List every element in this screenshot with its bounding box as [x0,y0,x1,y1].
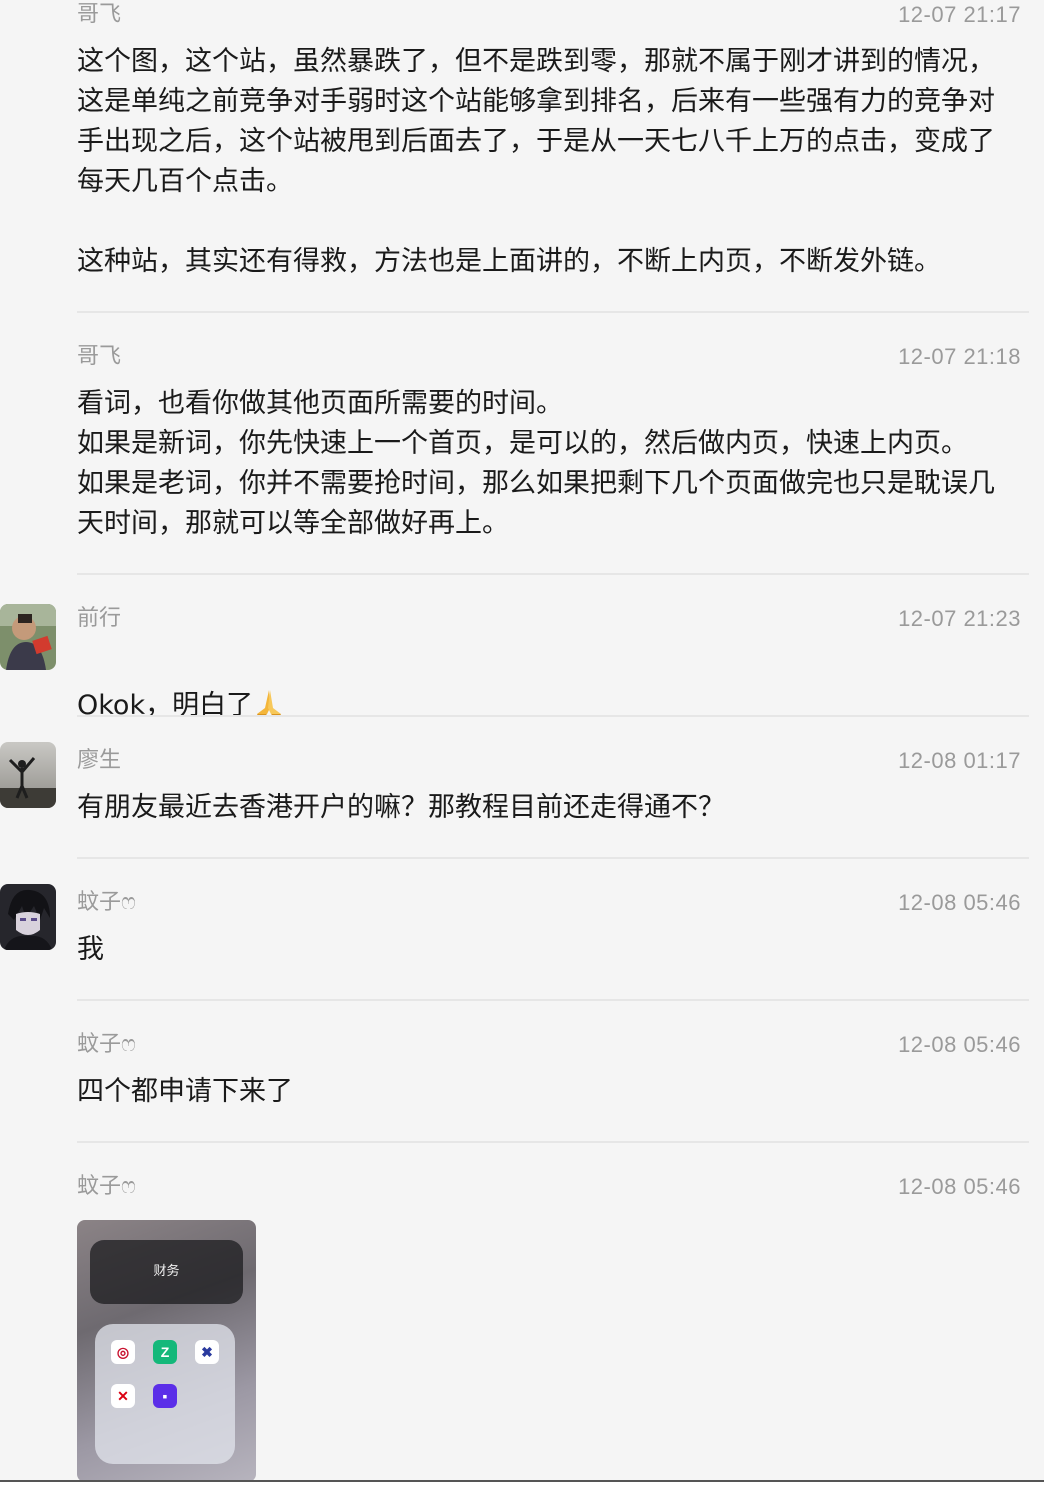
message-timestamp: 12-08 05:46 [898,1032,1021,1057]
message-text[interactable]: 看词，也看你做其他页面所需要的时间。 如果是新词，你先快速上一个首页，是可以的，… [77,384,1032,544]
message-text[interactable]: Okok，明白了 [77,646,1032,726]
message-text[interactable]: 有朋友最近去香港开户的嘛？那教程目前还走得通不？ [77,788,1032,828]
message-divider [77,311,1029,313]
purple-app-icon: ▪ [153,1384,177,1408]
message-timestamp: 12-07 21:23 [898,606,1021,631]
widget-folder-title: 财务 [90,1240,243,1304]
sender-name: 哥飞 [77,344,122,369]
za-bank-app-icon: ✖ [195,1340,219,1364]
message-divider [77,999,1029,1001]
message-timestamp: 12-08 05:46 [898,890,1021,915]
sender-name: 蚊子ෆ [77,1174,136,1199]
message-timestamp: 12-07 21:17 [898,2,1021,27]
pray-hands-emoji-icon [257,690,282,716]
user-photo-icon [0,884,56,950]
app-folder: ◎ Z ✖ ✕ ▪ [95,1324,235,1464]
sender-name: 哥飞 [77,2,122,27]
avatar[interactable] [0,604,56,670]
sender-name: 廖生 [77,748,122,773]
avatar[interactable] [0,742,56,808]
user-photo-icon [0,742,56,808]
bank-app-icon: ◎ [111,1340,135,1364]
message-divider [77,573,1029,575]
avatar[interactable] [0,884,56,950]
sender-name: 蚊子ෆ [77,1032,136,1057]
message-divider [77,1141,1029,1143]
sender-name: 蚊子ෆ [77,890,136,915]
message-text[interactable]: 四个都申请下来了 [77,1072,1032,1112]
message-timestamp: 12-07 21:18 [898,344,1021,369]
image-attachment[interactable]: 财务 ◎ Z ✖ ✕ ▪ [77,1220,256,1482]
hsbc-app-icon: ✕ [111,1384,135,1408]
message-timestamp: 12-08 01:17 [898,748,1021,773]
window-bottom-edge [0,1480,1044,1490]
message-text[interactable]: 这个图，这个站，虽然暴跌了，但不是跌到零，那就不属于刚才讲到的情况， 这是单纯之… [77,42,1032,282]
message-divider [77,715,1029,717]
sender-name: 前行 [77,606,122,631]
message-timestamp: 12-08 05:46 [898,1174,1021,1199]
chat-message-list[interactable]: 哥飞 12-07 21:17 这个图，这个站，虽然暴跌了，但不是跌到零，那就不属… [0,0,1044,1490]
user-photo-icon [0,604,56,670]
message-text[interactable]: 我 [77,930,1032,970]
message-divider [77,857,1029,859]
zhongan-app-icon: Z [153,1340,177,1364]
